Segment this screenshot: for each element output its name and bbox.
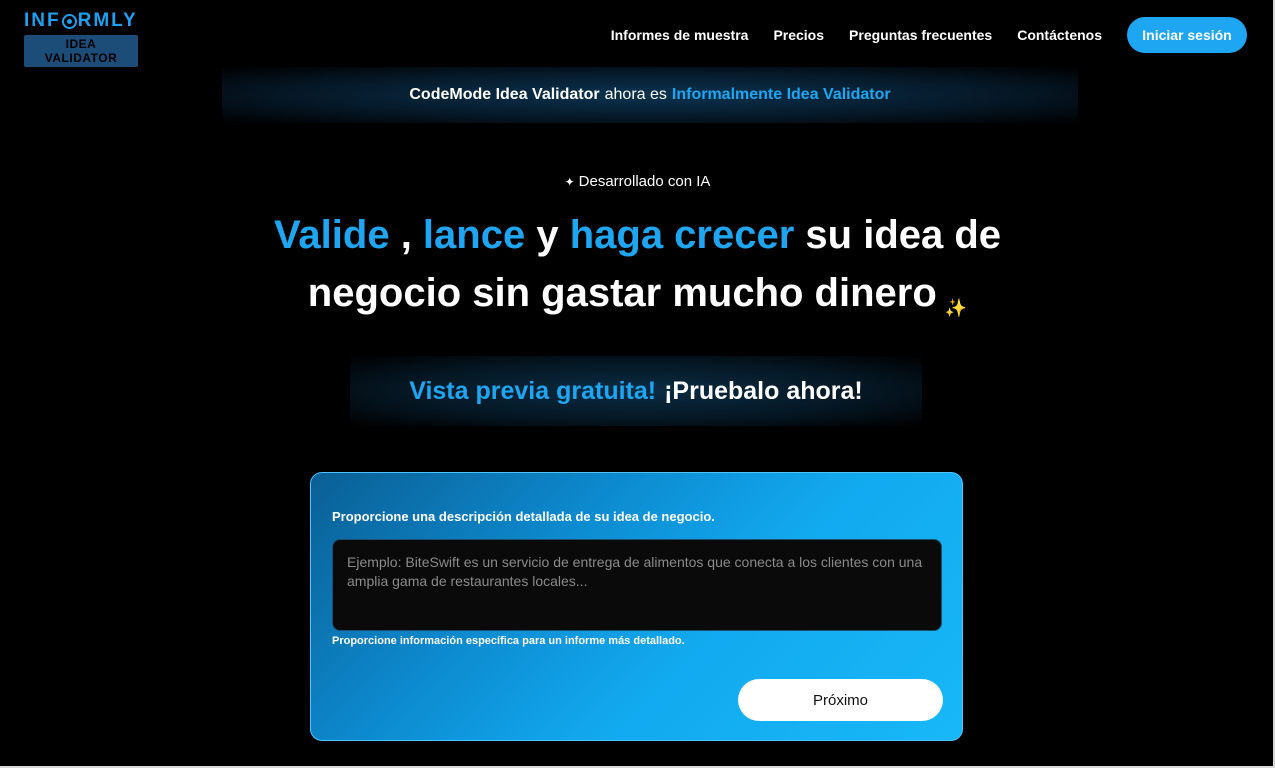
announcement-old-name: CodeMode Idea Validator (409, 86, 600, 103)
preview-white-text: ¡Pruebalo ahora! (664, 376, 863, 405)
logo-globe-icon (61, 13, 77, 29)
logo-wordmark: INF RMLY (24, 10, 146, 32)
headline-rest-2: negocio sin gastar mucho dinero (307, 271, 937, 315)
next-button[interactable]: Próximo (738, 679, 943, 721)
announcement-middle: ahora es (604, 86, 667, 103)
idea-form-card: Proporcione una descripción detallada de… (310, 472, 963, 741)
announcement-new-name: Informalmente Idea Validator (671, 86, 891, 103)
sparkles-icon: ✨ (944, 298, 968, 318)
idea-description-input[interactable] (332, 539, 942, 631)
idea-description-hint: Proporcione información específica para … (332, 635, 685, 647)
login-button[interactable]: Iniciar sesión (1127, 17, 1247, 53)
headline-word-validate: Valide (273, 213, 390, 257)
headline-sep-1: , (389, 213, 423, 257)
ai-tag: ✦ Desarrollado con IA (0, 173, 1275, 190)
top-nav: Informes de muestra Precios Preguntas fr… (611, 17, 1247, 53)
nav-sample-reports[interactable]: Informes de muestra (611, 27, 749, 43)
idea-description-label: Proporcione una descripción detallada de… (332, 509, 715, 524)
logo-word-start: INF (24, 10, 61, 31)
announcement-banner: CodeMode Idea Validator ahora es Informa… (222, 67, 1078, 123)
nav-pricing[interactable]: Precios (773, 27, 824, 43)
free-preview-banner: Vista previa gratuita! ¡Pruebalo ahora! (350, 356, 922, 426)
nav-faq[interactable]: Preguntas frecuentes (849, 27, 992, 43)
headline-word-grow: haga crecer (569, 213, 795, 257)
hero-headline: Valide , lance y haga crecer su idea de … (0, 206, 1275, 337)
ai-tag-text: Desarrollado con IA (578, 173, 711, 190)
logo-badge: IDEA VALIDATOR (24, 35, 138, 67)
headline-word-launch: lance (422, 213, 526, 257)
nav-contact[interactable]: Contáctenos (1017, 27, 1102, 43)
preview-blue-text: Vista previa gratuita! (409, 376, 657, 405)
logo-word-end: RMLY (77, 10, 138, 31)
headline-rest-1: su idea de (794, 213, 1002, 257)
headline-sep-2: y (525, 213, 570, 257)
sparkle-icon: ✦ (564, 175, 575, 189)
logo[interactable]: INF RMLY IDEA VALIDATOR (24, 10, 146, 67)
page: INF RMLY IDEA VALIDATOR Informes de mues… (0, 0, 1275, 768)
